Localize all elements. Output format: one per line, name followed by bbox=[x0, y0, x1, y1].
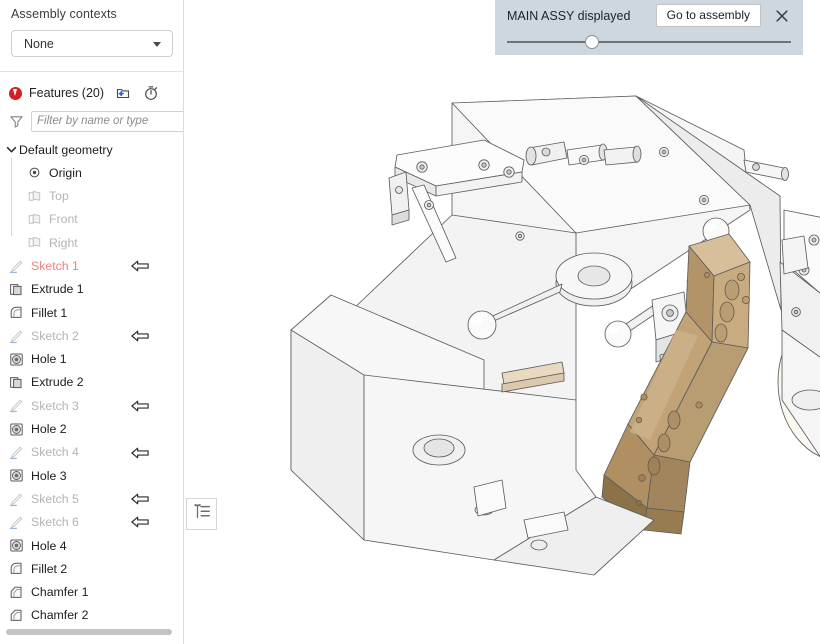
tree-item-label: Hole 1 bbox=[31, 352, 67, 367]
features-title: Features (20) bbox=[29, 86, 105, 100]
3d-viewport[interactable] bbox=[184, 0, 820, 644]
sketch-icon bbox=[8, 397, 25, 414]
chevron-down-icon bbox=[153, 41, 161, 47]
plane-icon bbox=[26, 211, 43, 228]
tree-item-label: Origin bbox=[49, 165, 82, 180]
close-icon[interactable] bbox=[775, 9, 789, 23]
rollback-arrow-icon[interactable] bbox=[131, 516, 149, 528]
cad-assembly-model[interactable] bbox=[184, 0, 820, 644]
tree-item-front[interactable]: Front bbox=[0, 208, 183, 231]
slider-track bbox=[507, 41, 791, 43]
tree-item-hole-4[interactable]: Hole 4 bbox=[0, 534, 183, 557]
tree-item-label: Sketch 2 bbox=[31, 328, 79, 343]
stopwatch-icon[interactable] bbox=[143, 85, 159, 101]
tree-item-label: Chamfer 1 bbox=[31, 585, 89, 600]
origin-icon bbox=[26, 164, 43, 181]
tree-item-label: Hole 4 bbox=[31, 538, 67, 553]
plane-icon bbox=[26, 188, 43, 205]
hole-icon bbox=[8, 537, 25, 554]
hole-icon bbox=[8, 467, 25, 484]
tree-item-hole-3[interactable]: Hole 3 bbox=[0, 464, 183, 487]
tree-item-label: Hole 2 bbox=[31, 422, 67, 437]
feature-list-icon bbox=[192, 502, 211, 526]
chamfer-icon bbox=[8, 607, 25, 624]
tree-item-label: Default geometry bbox=[19, 142, 113, 157]
filter-row bbox=[0, 106, 183, 134]
tree-item-label: Extrude 1 bbox=[31, 282, 84, 297]
feature-tree-hscrollbar-thumb[interactable] bbox=[6, 629, 172, 635]
sketch-icon bbox=[8, 258, 25, 275]
fillet-icon bbox=[8, 304, 25, 321]
extrude-icon bbox=[8, 281, 25, 298]
feature-tree-sidebar: Assembly contexts None Features (20) Fil… bbox=[0, 0, 184, 644]
tree-item-chamfer-1[interactable]: Chamfer 1 bbox=[0, 581, 183, 604]
tree-item-label: Front bbox=[49, 212, 78, 227]
error-badge-icon bbox=[9, 86, 22, 100]
tree-item-label: Fillet 2 bbox=[31, 561, 68, 576]
slider-thumb[interactable] bbox=[585, 35, 600, 49]
tree-item-extrude-1[interactable]: Extrude 1 bbox=[0, 278, 183, 301]
notification-message: MAIN ASSY displayed bbox=[507, 8, 631, 23]
sidebar-divider bbox=[0, 71, 183, 72]
rollback-arrow-icon[interactable] bbox=[131, 400, 149, 412]
tree-item-label: Chamfer 2 bbox=[31, 608, 89, 623]
assembly-notification-bar: MAIN ASSY displayed Go to assembly bbox=[495, 0, 803, 55]
assembly-contexts-label: Assembly contexts bbox=[11, 7, 117, 21]
fillet-icon bbox=[8, 560, 25, 577]
tree-item-label: Sketch 6 bbox=[31, 515, 79, 530]
tree-item-sketch-5[interactable]: Sketch 5 bbox=[0, 487, 183, 510]
tree-item-sketch-3[interactable]: Sketch 3 bbox=[0, 394, 183, 417]
tree-item-label: Fillet 1 bbox=[31, 305, 68, 320]
tree-item-hole-2[interactable]: Hole 2 bbox=[0, 418, 183, 441]
tree-item-top[interactable]: Top bbox=[0, 185, 183, 208]
assembly-transparency-slider[interactable] bbox=[507, 31, 791, 53]
tree-item-sketch-4[interactable]: Sketch 4 bbox=[0, 441, 183, 464]
tree-item-label: Right bbox=[49, 235, 78, 250]
tree-item-origin[interactable]: Origin bbox=[0, 161, 183, 184]
funnel-icon bbox=[9, 114, 24, 129]
tree-item-extrude-2[interactable]: Extrude 2 bbox=[0, 371, 183, 394]
extrude-icon bbox=[8, 374, 25, 391]
tree-item-label: Sketch 4 bbox=[31, 445, 79, 460]
tree-item-label: Sketch 5 bbox=[31, 491, 79, 506]
rollback-arrow-icon[interactable] bbox=[131, 493, 149, 505]
new-folder-icon[interactable] bbox=[115, 85, 131, 101]
tree-item-chamfer-2[interactable]: Chamfer 2 bbox=[0, 604, 183, 627]
tree-item-fillet-1[interactable]: Fillet 1 bbox=[0, 301, 183, 324]
tree-item-fillet-2[interactable]: Fillet 2 bbox=[0, 557, 183, 580]
feature-tree-hscrollbar[interactable] bbox=[0, 629, 183, 641]
plane-icon bbox=[26, 234, 43, 251]
sketch-icon bbox=[8, 328, 25, 345]
filter-input[interactable] bbox=[31, 110, 183, 132]
assembly-context-dropdown[interactable]: None bbox=[11, 30, 173, 57]
rollback-arrow-icon[interactable] bbox=[131, 260, 149, 272]
tree-item-sketch-2[interactable]: Sketch 2 bbox=[0, 324, 183, 347]
chamfer-icon bbox=[8, 584, 25, 601]
go-to-assembly-button[interactable]: Go to assembly bbox=[655, 4, 761, 27]
hole-icon bbox=[8, 421, 25, 438]
tree-item-label: Extrude 2 bbox=[31, 375, 84, 390]
assembly-context-value: None bbox=[24, 36, 54, 51]
tree-item-sketch-1[interactable]: Sketch 1 bbox=[0, 254, 183, 277]
sketch-icon bbox=[8, 514, 25, 531]
rollback-arrow-icon[interactable] bbox=[131, 447, 149, 459]
tree-item-label: Sketch 1 bbox=[31, 258, 79, 273]
tree-item-default-geometry[interactable]: Default geometry bbox=[0, 138, 183, 161]
tree-item-hole-1[interactable]: Hole 1 bbox=[0, 348, 183, 371]
sketch-icon bbox=[8, 444, 25, 461]
sketch-icon bbox=[8, 491, 25, 508]
hole-icon bbox=[8, 351, 25, 368]
feature-list-toggle-button[interactable] bbox=[186, 498, 217, 530]
rollback-arrow-icon[interactable] bbox=[131, 330, 149, 342]
tree-item-label: Sketch 3 bbox=[31, 398, 79, 413]
chevron-down-icon[interactable] bbox=[4, 143, 18, 156]
features-header: Features (20) bbox=[0, 80, 183, 106]
feature-tree-list: Default geometry Origin Top Front Right Sketc… bbox=[0, 138, 183, 627]
tree-item-sketch-6[interactable]: Sketch 6 bbox=[0, 511, 183, 534]
tree-item-label: Top bbox=[49, 189, 69, 204]
tree-item-label: Hole 3 bbox=[31, 468, 67, 483]
tree-item-right[interactable]: Right bbox=[0, 231, 183, 254]
